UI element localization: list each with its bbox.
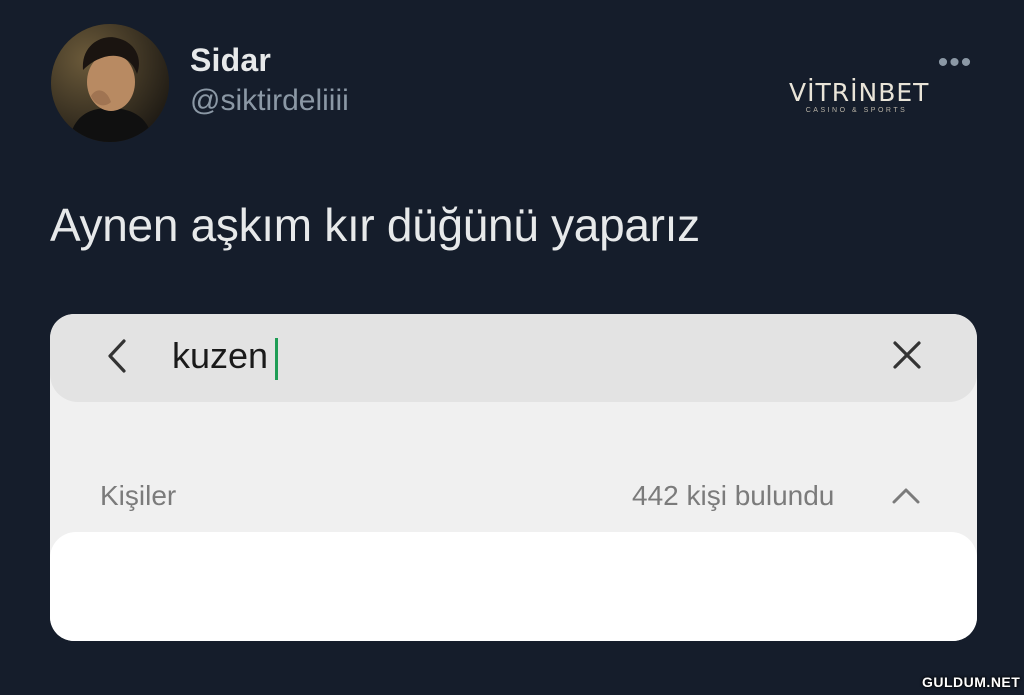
- user-handle[interactable]: @siktirdeliiii: [190, 84, 349, 118]
- site-watermark: GULDUM.NET: [922, 674, 1021, 690]
- text-caret: [275, 338, 278, 380]
- brand-logo: VİTRİNBET CASINO & SPORTS: [789, 78, 930, 115]
- chevron-left-icon[interactable]: [102, 336, 132, 376]
- brand-tagline: CASINO & SPORTS: [805, 107, 908, 114]
- search-bar: [50, 314, 977, 402]
- contacts-result-list[interactable]: [50, 532, 977, 641]
- close-icon[interactable]: [890, 338, 924, 372]
- brand-name: VİTRİNBET: [789, 78, 930, 107]
- tweet-text: Aynen aşkım kır düğünü yaparız: [50, 199, 700, 251]
- more-options-button[interactable]: •••: [930, 48, 980, 78]
- contacts-result-count: 442 kişi bulundu: [632, 480, 835, 511]
- tweet-screenshot: Sidar @siktirdeliiii ••• VİTRİNBET CASIN…: [0, 0, 1024, 695]
- chevron-up-icon[interactable]: [890, 484, 922, 508]
- search-input[interactable]: [172, 332, 732, 380]
- display-name[interactable]: Sidar: [190, 42, 271, 79]
- contacts-section-label: Kişiler: [100, 480, 177, 511]
- embedded-screenshot: Kişiler 442 kişi bulundu: [50, 314, 977, 641]
- avatar-image: [51, 24, 169, 142]
- avatar[interactable]: [51, 24, 169, 142]
- more-horizontal-icon: •••: [937, 46, 973, 79]
